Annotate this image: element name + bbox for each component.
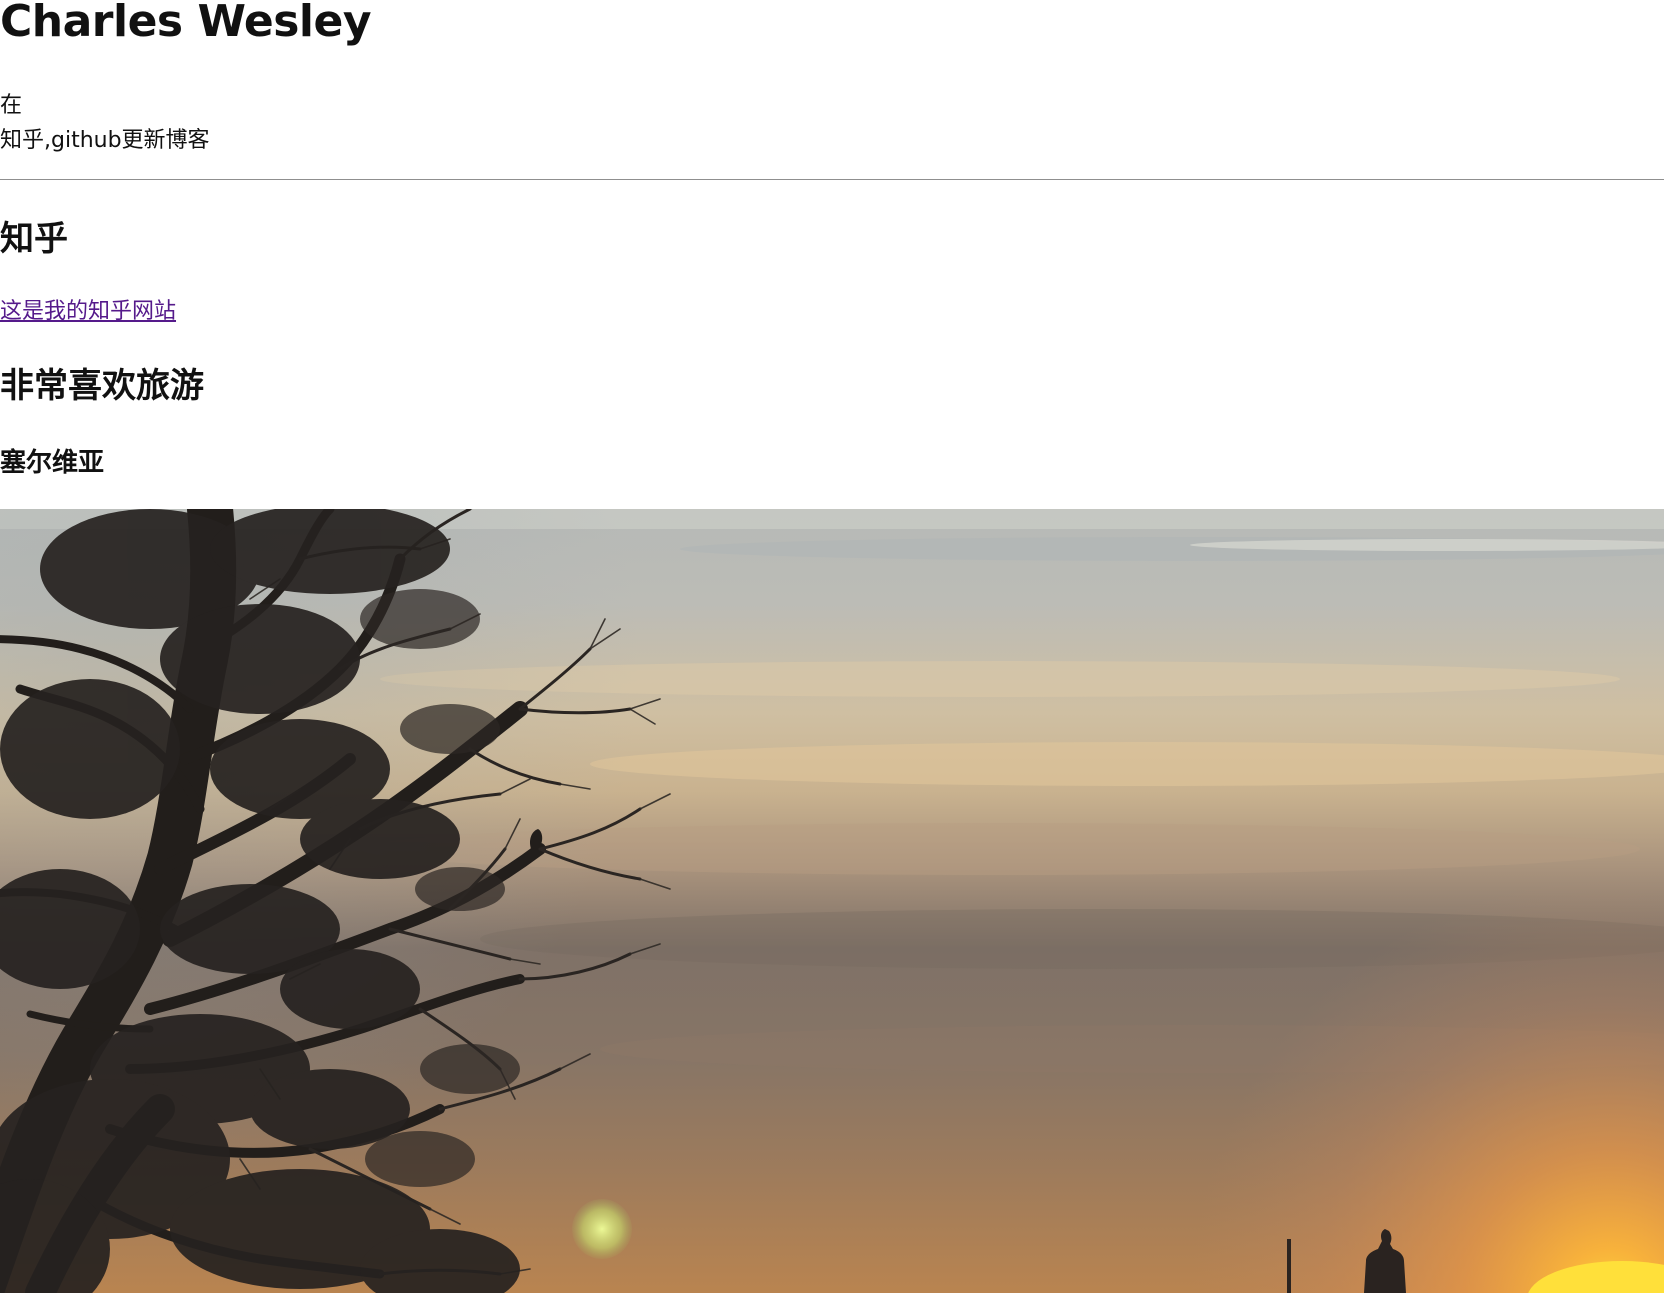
- page-title: Charles Wesley: [0, 0, 372, 47]
- intro-text: 在 知乎,github更新博客: [0, 88, 210, 158]
- serbia-heading: 塞尔维亚: [0, 448, 105, 478]
- intro-line-1: 在: [0, 93, 23, 118]
- zhihu-link[interactable]: 这是我的知乎网站: [0, 296, 176, 328]
- zhihu-heading: 知乎: [0, 219, 68, 259]
- travel-heading: 非常喜欢旅游: [0, 366, 204, 406]
- sunset-tree-photo: [0, 509, 1664, 1293]
- intro-line-2: 知乎,github更新博客: [0, 128, 210, 153]
- horizontal-divider: [0, 179, 1664, 180]
- page: Charles Wesley 在 知乎,github更新博客 知乎 这是我的知乎…: [0, 0, 1664, 1293]
